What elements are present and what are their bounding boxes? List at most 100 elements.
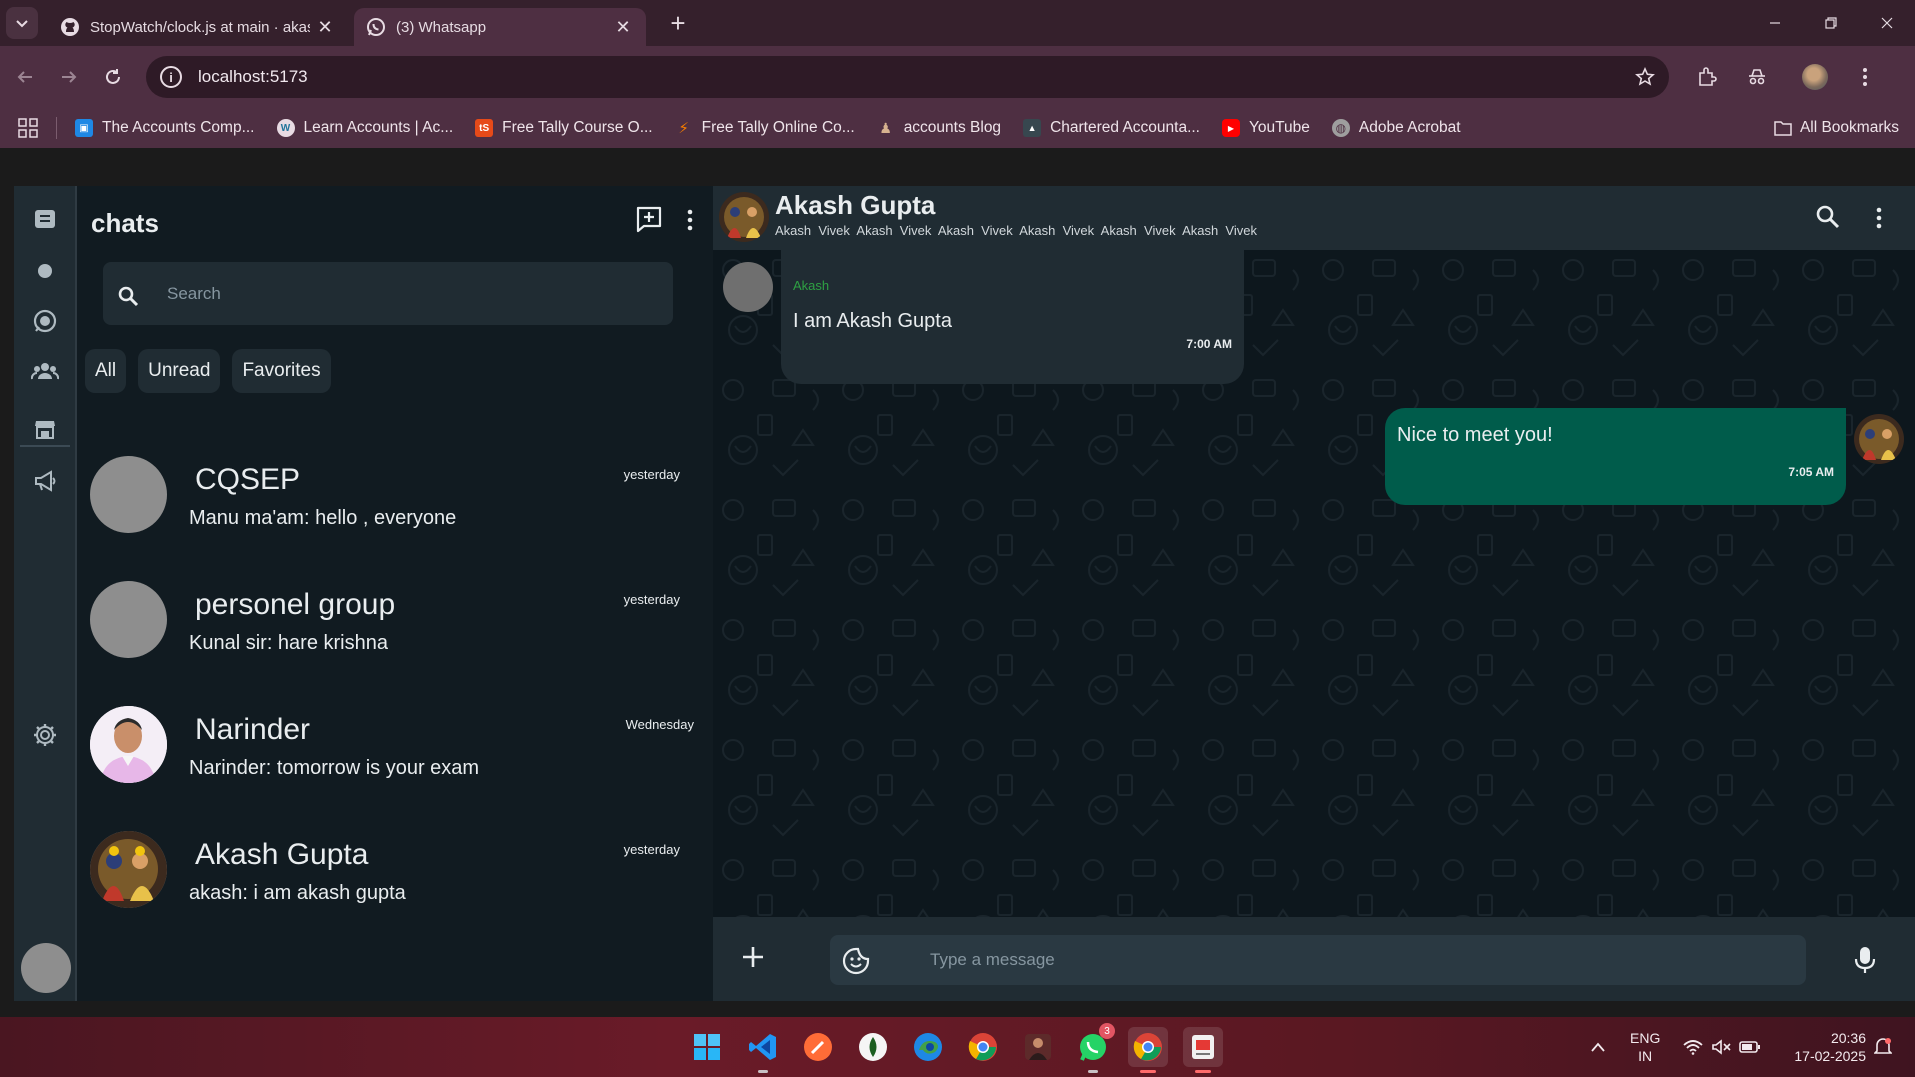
taskbar-photo-app[interactable] — [1018, 1027, 1058, 1067]
menu-icon[interactable] — [1871, 204, 1887, 232]
communities-icon[interactable] — [30, 356, 60, 386]
conversation-members: Akash Vivek Akash Vivek Akash Vivek Akas… — [775, 223, 1257, 238]
bookmark-item[interactable]: W Learn Accounts | Ac... — [276, 119, 453, 137]
filter-unread[interactable]: Unread — [138, 349, 221, 393]
url-text[interactable]: localhost:5173 — [198, 67, 308, 87]
settings-icon[interactable] — [30, 720, 60, 750]
megaphone-icon[interactable] — [30, 466, 60, 496]
notifications-button[interactable] — [1874, 1017, 1892, 1077]
taskbar-whatsapp[interactable]: 3 — [1073, 1023, 1115, 1073]
windows-icon — [694, 1034, 720, 1060]
chat-list-item[interactable]: CQSEP yesterday Manu ma'am: hello , ever… — [77, 443, 710, 563]
person-icon: ♟ — [879, 119, 892, 136]
search-icon[interactable] — [1815, 204, 1843, 232]
taskbar-chrome-active[interactable] — [1128, 1027, 1168, 1073]
bookmark-label: Free Tally Course O... — [502, 119, 653, 136]
minimize-button[interactable] — [1747, 0, 1803, 46]
chat-avatar — [90, 581, 167, 658]
status-icon[interactable] — [30, 256, 60, 286]
window-controls — [1747, 0, 1915, 46]
search-input[interactable] — [167, 283, 647, 304]
clock[interactable]: 20:36 17-02-2025 — [1776, 1029, 1866, 1065]
chat-name: CQSEP — [195, 463, 301, 496]
bookmark-item[interactable]: ▲ Chartered Accounta... — [1023, 119, 1200, 137]
menu-icon[interactable] — [680, 206, 700, 234]
message-time: 7:05 AM — [1788, 465, 1834, 479]
bookmark-item[interactable]: ▣ The Accounts Comp... — [75, 119, 255, 137]
search-icon — [117, 285, 143, 311]
whatsapp-app: chats All Unread Favorites CQSEP yesterd… — [14, 186, 1915, 1001]
search-box[interactable] — [103, 262, 673, 325]
profile-avatar[interactable] — [1795, 57, 1835, 97]
profile-picture — [1802, 64, 1828, 90]
bookmark-item[interactable]: ♟ accounts Blog — [877, 119, 1001, 137]
minimize-icon — [1770, 22, 1780, 24]
network-volume-battery[interactable] — [1683, 1017, 1761, 1077]
chat-list-item[interactable]: personel group yesterday Kunal sir: hare… — [77, 568, 710, 688]
tab-search-button[interactable] — [6, 7, 38, 39]
browser-menu-icon[interactable] — [1845, 57, 1885, 97]
windows-taskbar: 3 ENG IN 20:36 17-02-2025 — [0, 1017, 1915, 1077]
bookmark-label: Free Tally Online Co... — [701, 119, 855, 136]
filter-all[interactable]: All — [85, 349, 127, 393]
chrome-icon — [968, 1033, 997, 1061]
chevron-up-icon[interactable] — [1590, 1041, 1606, 1053]
chat-time: yesterday — [623, 842, 680, 857]
incognito-icon[interactable] — [1737, 57, 1777, 97]
apps-grid-icon[interactable] — [18, 118, 38, 138]
taskbar-edge[interactable] — [908, 1027, 948, 1067]
tab-whatsapp[interactable]: (3) Whatsapp ✕ — [354, 8, 646, 46]
forward-button[interactable] — [50, 58, 88, 96]
browser-tab-strip: StopWatch/clock.js at main · akash ✕ (3)… — [0, 0, 1915, 46]
address-bar[interactable]: i localhost:5173 — [146, 56, 1669, 98]
taskbar-chrome[interactable] — [963, 1027, 1003, 1067]
back-button[interactable] — [6, 58, 44, 96]
close-icon[interactable]: ✕ — [612, 17, 634, 38]
bookmark-label: Adobe Acrobat — [1358, 119, 1461, 136]
chat-list-item[interactable]: Narinder Wednesday Narinder: tomorrow is… — [77, 693, 710, 813]
taskbar-snipping-tool[interactable] — [1183, 1027, 1223, 1073]
restore-button[interactable] — [1803, 0, 1859, 46]
tab-title: StopWatch/clock.js at main · akash — [90, 18, 310, 36]
chat-list-item[interactable]: Akash Gupta yesterday akash: i am akash … — [77, 818, 710, 938]
all-bookmarks-button[interactable]: All Bookmarks — [1774, 119, 1899, 137]
message-field[interactable] — [830, 935, 1806, 985]
chats-icon[interactable] — [30, 204, 60, 234]
conversation-panel: Akash Gupta Akash Vivek Akash Vivek Akas… — [713, 186, 1915, 1001]
chat-name: Narinder — [195, 713, 311, 746]
bookmarks-divider — [56, 117, 57, 139]
language-indicator[interactable]: ENG IN — [1630, 1029, 1660, 1065]
close-icon[interactable]: ✕ — [314, 17, 336, 38]
channels-icon[interactable] — [30, 306, 60, 336]
sticker-icon[interactable] — [842, 947, 870, 975]
message-input[interactable] — [930, 946, 1770, 974]
extensions-icon[interactable] — [1687, 57, 1727, 97]
bookmark-star-icon[interactable] — [1635, 67, 1655, 87]
tab-github[interactable]: StopWatch/clock.js at main · akash ✕ — [48, 8, 348, 46]
conversation-header[interactable]: Akash Gupta Akash Vivek Akash Vivek Akas… — [713, 186, 1915, 250]
attach-icon[interactable] — [735, 939, 771, 975]
bookmark-item[interactable]: ◍ Adobe Acrobat — [1331, 119, 1461, 137]
arrow-right-icon — [62, 71, 77, 83]
bookmark-item[interactable]: tS Free Tally Course O... — [475, 119, 653, 137]
conversation-avatar[interactable] — [719, 192, 769, 242]
taskbar-ledger[interactable] — [853, 1027, 893, 1067]
taskbar-postman[interactable] — [798, 1027, 838, 1067]
reload-button[interactable] — [94, 58, 132, 96]
start-button[interactable] — [687, 1027, 727, 1067]
new-tab-button[interactable]: + — [664, 8, 692, 39]
message-area: Akash I am Akash Gupta 7:00 AM Nice to m… — [713, 250, 1915, 917]
browser-toolbar: i localhost:5173 — [0, 46, 1915, 108]
microphone-icon[interactable] — [1853, 945, 1879, 975]
filter-favorites[interactable]: Favorites — [232, 349, 331, 393]
bookmark-item[interactable]: ⚡ Free Tally Online Co... — [675, 119, 855, 137]
taskbar-vscode[interactable] — [743, 1027, 783, 1073]
my-profile-avatar[interactable] — [21, 943, 71, 993]
new-chat-icon[interactable] — [634, 204, 664, 234]
close-window-button[interactable] — [1859, 0, 1915, 46]
site-info-icon[interactable]: i — [160, 66, 182, 88]
bookmark-item[interactable]: ▶ YouTube — [1221, 119, 1310, 137]
youtube-icon: ▶ — [1221, 119, 1240, 137]
bookmark-label: accounts Blog — [903, 119, 1002, 136]
business-tools-icon[interactable] — [30, 414, 60, 444]
